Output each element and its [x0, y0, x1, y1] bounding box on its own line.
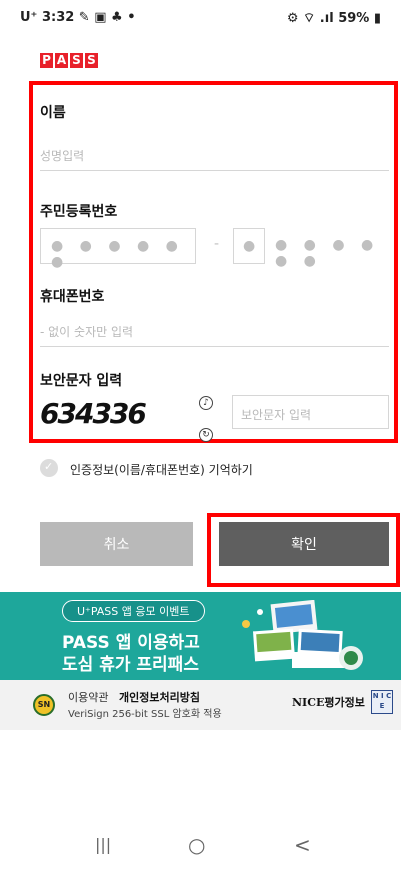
navigation-bar: ||| ○ < — [0, 821, 401, 871]
confirm-highlight-box — [207, 513, 400, 587]
phone-label: 휴대폰번호 — [40, 289, 105, 305]
name-underline — [40, 170, 389, 171]
captcha-image: 634336 — [40, 397, 147, 430]
name-input[interactable]: 성명입력 — [40, 147, 84, 164]
rrn-first-dots: ● ● ● ● ● ● — [51, 238, 184, 270]
logo-letter: P — [40, 53, 53, 68]
recent-apps-icon[interactable]: ||| — [95, 835, 111, 854]
remember-label[interactable]: 인증정보(이름/휴대폰번호) 기억하기 — [70, 461, 253, 478]
status-bar: U⁺ 3:32 ✎ ▣ ♣ • ⚙ ⌔ .ıl 59% ▮ — [0, 0, 401, 36]
privacy-link[interactable]: 개인정보처리방침 — [119, 691, 200, 704]
footer: SN 이용약관 개인정보처리방침 VeriSign 256-bit SSL 암호… — [0, 680, 401, 730]
sn-badge-icon: SN — [33, 694, 55, 716]
status-icons: ⚙ ⌔ .ıl — [286, 11, 334, 26]
battery-icon: ▮ — [373, 11, 381, 26]
ssl-text: VeriSign 256-bit SSL 암호화 적용 — [68, 709, 222, 720]
captcha-input[interactable]: 보안문자 입력 — [232, 395, 389, 429]
captcha-input-placeholder: 보안문자 입력 — [241, 408, 312, 422]
captcha-label: 보안문자 입력 — [40, 373, 123, 389]
banner-line2: 도심 휴가 프리패스 — [62, 655, 199, 675]
back-icon[interactable]: < — [294, 833, 311, 857]
logo-letter: S — [70, 53, 83, 68]
home-icon[interactable]: ○ — [188, 833, 205, 857]
logo-letter: A — [55, 53, 68, 68]
nice-text: NICE평가정보 — [292, 696, 365, 709]
status-time: U⁺ 3:32 ✎ ▣ ♣ • — [20, 10, 136, 25]
captcha-refresh-icon[interactable]: ↻ — [199, 428, 213, 442]
battery-percent: 59% — [338, 11, 370, 26]
phone-input[interactable]: - 없이 숫자만 입력 — [40, 323, 133, 340]
rrn-second-dots: ● ● ● ● ● ● — [275, 237, 380, 269]
terms-link[interactable]: 이용약관 — [68, 691, 108, 704]
phone-underline — [40, 346, 389, 347]
rrn-second-first-dot: ● — [243, 238, 256, 254]
event-banner[interactable]: U⁺PASS 앱 응모 이벤트 PASS 앱 이용하고 도심 휴가 프리패스 — [0, 592, 401, 680]
remember-checkbox[interactable] — [40, 459, 58, 477]
name-label: 이름 — [40, 105, 66, 121]
banner-illustration — [242, 600, 363, 670]
cancel-button[interactable]: 취소 — [40, 522, 193, 566]
pass-logo: P A S S — [40, 53, 98, 68]
nice-logo: N I C E — [371, 690, 393, 714]
logo-letter: S — [85, 53, 98, 68]
status-right: ⚙ ⌔ .ıl 59% ▮ — [287, 10, 381, 26]
rrn-dash: - — [214, 236, 220, 252]
rrn-first-input[interactable]: ● ● ● ● ● ● — [40, 228, 196, 270]
banner-pill: U⁺PASS 앱 응모 이벤트 — [62, 600, 205, 622]
captcha-audio-icon[interactable]: ♪ — [199, 396, 213, 410]
footer-links: 이용약관 개인정보처리방침 — [68, 689, 200, 705]
rrn-second-input[interactable]: ● — [233, 228, 265, 264]
rrn-label: 주민등록번호 — [40, 204, 118, 220]
